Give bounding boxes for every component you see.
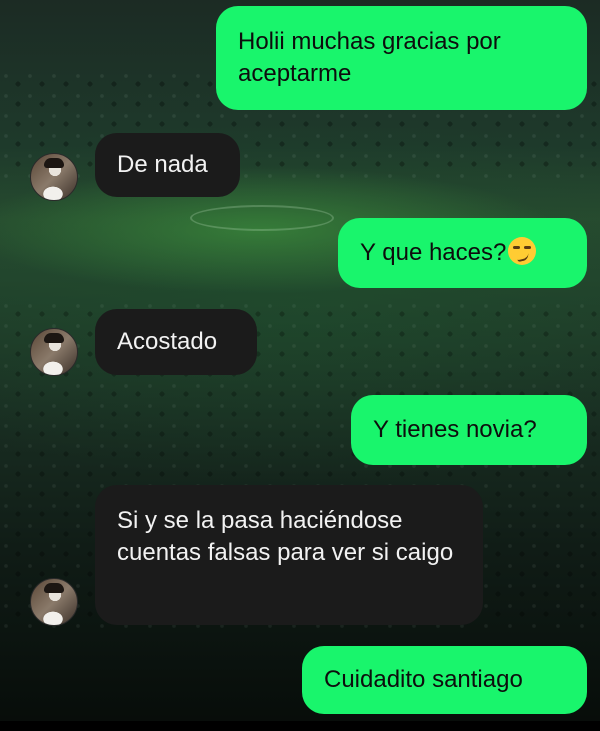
message-text: Si y se la pasa haciéndose cuentas falsa…: [117, 507, 454, 566]
message-received[interactable]: Si y se la pasa haciéndose cuentas falsa…: [95, 485, 483, 625]
message-text: Y tienes novia?: [373, 416, 537, 443]
message-text: Y que haces?: [360, 239, 507, 266]
contact-avatar[interactable]: [30, 328, 78, 376]
contact-avatar[interactable]: [30, 153, 78, 201]
contact-avatar[interactable]: [30, 578, 78, 626]
smirking-face-icon: [508, 237, 537, 265]
pitch-center-circle: [190, 205, 334, 231]
message-received[interactable]: De nada: [95, 133, 240, 197]
message-received[interactable]: Acostado: [95, 309, 257, 375]
message-text: De nada: [117, 151, 208, 178]
message-text: Cuidadito santiago: [324, 666, 523, 693]
message-sent[interactable]: Holii muchas gracias por aceptarme: [216, 6, 587, 110]
message-sent[interactable]: Y que haces?: [338, 218, 587, 288]
message-sent[interactable]: Y tienes novia?: [351, 395, 587, 465]
message-sent[interactable]: Cuidadito santiago: [302, 646, 587, 714]
message-text: Acostado: [117, 328, 218, 355]
bottom-edge: [0, 721, 600, 731]
message-text: Holii muchas gracias por aceptarme: [238, 28, 501, 87]
